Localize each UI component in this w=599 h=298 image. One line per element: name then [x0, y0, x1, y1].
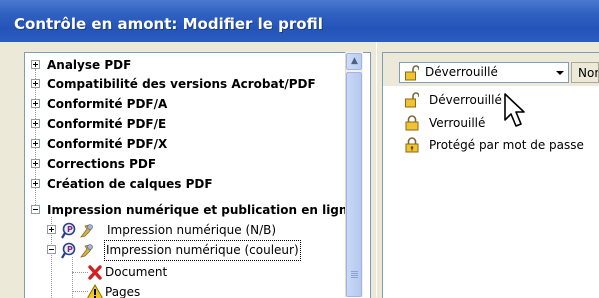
tree-item-label: Compatibilité des versions Acrobat/PDF: [47, 77, 316, 91]
grip-line: [351, 271, 358, 272]
expand-plus-icon[interactable]: [31, 79, 40, 88]
tree-item-label: Impression numérique (couleur): [104, 240, 301, 261]
lock-status-value: Déverrouillé: [425, 65, 498, 79]
tree-item-conformite-pdfa[interactable]: Conformité PDF/A: [25, 95, 355, 114]
tree-item-impression-numerique[interactable]: Impression numérique et publication en l…: [25, 201, 356, 220]
option-deverrouille[interactable]: Déverrouillé: [399, 89, 589, 111]
warning-icon: [86, 284, 104, 298]
lock-status-dropdown[interactable]: Déverrouillé: [399, 62, 569, 83]
window-title: Contrôle en amont: Modifier le profil: [14, 15, 323, 33]
error-x-icon: [88, 265, 102, 280]
scroll-thumb[interactable]: [346, 72, 362, 297]
expand-plus-icon[interactable]: [31, 60, 40, 69]
password-padlock-icon: [405, 137, 419, 153]
tree-item-compatibilite[interactable]: Compatibilité des versions Acrobat/PDF: [25, 75, 355, 94]
tree-item-pages[interactable]: Pages: [25, 283, 355, 298]
tree-item-document[interactable]: Document: [25, 263, 355, 282]
tree-item-label: Impression numérique (N/B): [107, 223, 277, 237]
svg-text:P: P: [67, 225, 73, 234]
grip-line: [351, 273, 358, 274]
expand-plus-icon[interactable]: [47, 225, 56, 234]
option-verrouille[interactable]: Verrouillé: [399, 112, 589, 134]
expand-plus-icon[interactable]: [31, 99, 40, 108]
svg-text:P: P: [67, 245, 73, 254]
tree-item-label: Conformité PDF/X: [47, 137, 168, 151]
option-label: Protégé par mot de passe: [429, 138, 584, 152]
chevron-up-icon: ▲: [351, 56, 358, 66]
title-bar: Contrôle en amont: Modifier le profil: [0, 0, 599, 42]
rule-list-area: [383, 161, 599, 297]
tree-item-label: Impression numérique et publication en l…: [47, 203, 356, 217]
profile-magnifier-wrench-icon: P: [61, 242, 93, 259]
lock-status-options: Déverrouillé Verrouillé Protégé par mot …: [399, 86, 599, 161]
option-protege-mot-de-passe[interactable]: Protégé par mot de passe: [399, 134, 589, 156]
name-column-header[interactable]: Nor: [571, 62, 599, 83]
tree-item-conformite-pdfe[interactable]: Conformité PDF/E: [25, 115, 355, 134]
option-label: Verrouillé: [429, 116, 486, 130]
tree-item-analyse-pdf[interactable]: Analyse PDF: [25, 56, 355, 75]
expand-plus-icon[interactable]: [31, 139, 40, 148]
tree-item-label: Conformité PDF/E: [47, 117, 167, 131]
unlocked-padlock-icon: [405, 65, 419, 81]
tree-item-label: Pages: [105, 285, 141, 298]
option-label: Déverrouillé: [429, 93, 502, 107]
tree-item-impression-nb[interactable]: P Impression numérique (N/B): [25, 221, 355, 240]
expand-plus-icon[interactable]: [31, 179, 40, 188]
mouse-pointer-icon: [504, 93, 525, 127]
grip-line: [351, 277, 358, 278]
tree-item-label: Conformité PDF/A: [47, 97, 168, 111]
panel-divider[interactable]: [376, 42, 377, 297]
tree-item-impression-couleur[interactable]: P Impression numérique (couleur): [25, 240, 355, 261]
tree-item-label: Analyse PDF: [47, 58, 132, 72]
tree-item-label: Création de calques PDF: [47, 177, 213, 191]
profile-tree[interactable]: Analyse PDF Compatibilité des versions A…: [24, 52, 371, 298]
collapse-minus-icon[interactable]: [47, 245, 56, 254]
expand-plus-icon[interactable]: [31, 119, 40, 128]
collapse-minus-icon[interactable]: [31, 205, 40, 214]
scroll-up-button[interactable]: ▲: [346, 53, 362, 70]
profile-magnifier-wrench-icon: P: [61, 222, 93, 239]
grip-line: [351, 275, 358, 276]
expand-plus-icon[interactable]: [31, 159, 40, 168]
tree-item-corrections-pdf[interactable]: Corrections PDF: [25, 155, 355, 174]
name-column-label: Nor: [578, 66, 599, 80]
tree-item-label: Corrections PDF: [47, 157, 157, 171]
locked-padlock-icon: [405, 115, 419, 131]
unlocked-padlock-icon: [405, 92, 419, 108]
chevron-down-icon[interactable]: [552, 64, 567, 81]
tree-item-creation-calques[interactable]: Création de calques PDF: [25, 175, 355, 194]
tree-item-conformite-pdfx[interactable]: Conformité PDF/X: [25, 135, 355, 154]
tree-item-label: Document: [105, 265, 168, 279]
